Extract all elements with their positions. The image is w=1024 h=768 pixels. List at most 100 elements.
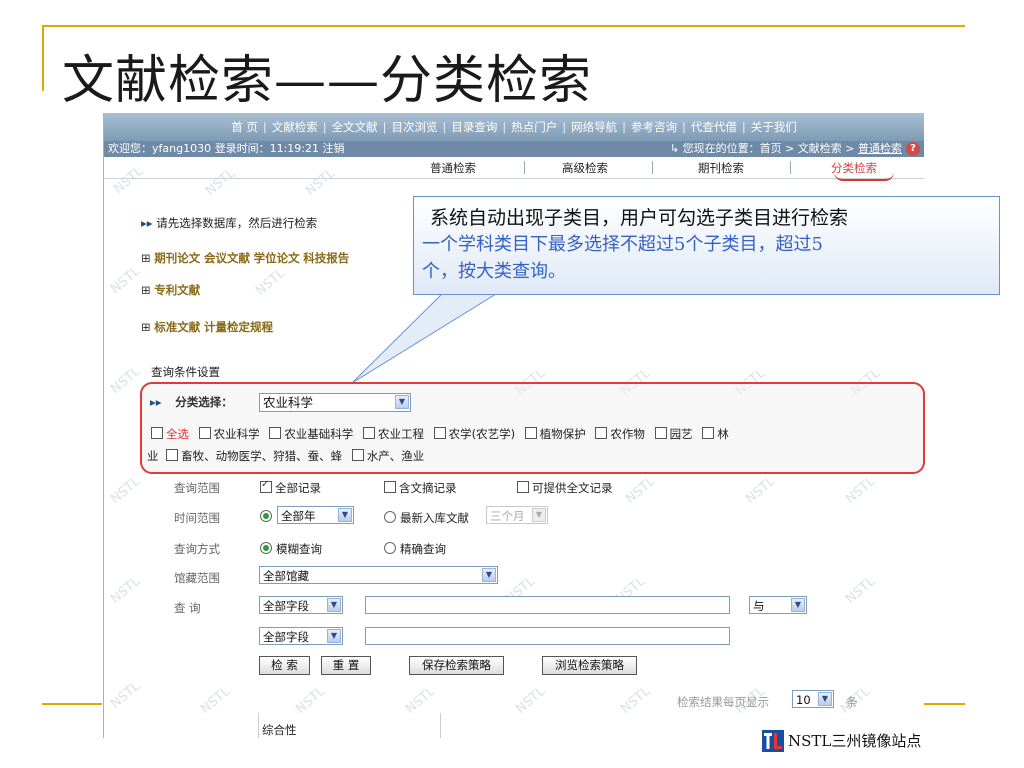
holdings-select[interactable]: 全部馆藏 ▼ [259, 566, 498, 584]
checkbox[interactable] [269, 427, 282, 439]
location-prefix: ↳ 您现在的位置：首页 > 文献检索 > [669, 142, 858, 155]
slide-top-rule [42, 25, 965, 27]
checkbox[interactable] [260, 479, 272, 493]
slide-bottom-rule-right [922, 703, 965, 705]
subcategory-option[interactable]: 农作物 [610, 427, 645, 441]
db-metrology[interactable]: 计量检定规程 [204, 320, 273, 334]
db-standard[interactable]: 标准文献 [154, 320, 200, 334]
subcategory-row-2: 业 畜牧、动物医学、狩猎、蚕、蜂 水产、渔业 [147, 448, 424, 464]
subcategory-option[interactable]: 畜牧、动物医学、狩猎、蚕、蜂 [181, 449, 342, 463]
db-journal[interactable]: 期刊论文 [154, 251, 200, 265]
time-all-select[interactable]: 全部年 ▼ [277, 506, 354, 524]
location-current[interactable]: 普通检索 [858, 142, 902, 155]
subcategory-option[interactable]: 植物保护 [540, 427, 586, 441]
checkbox[interactable] [384, 481, 396, 493]
watermark: NSTL [843, 474, 879, 507]
db-conference[interactable]: 会议文献 [204, 251, 250, 265]
tab-basic-search[interactable]: 普通检索 [430, 160, 476, 176]
search-button[interactable]: 检 索 [259, 656, 310, 675]
time-recent-select[interactable]: 三个月 ▼ [486, 506, 548, 524]
query-input-1[interactable] [365, 596, 730, 614]
nstl-logo-icon [762, 730, 784, 752]
subcategory-option[interactable]: 农业科学 [214, 427, 260, 441]
classification-select[interactable]: 农业科学 ▼ [259, 393, 411, 412]
tab-advanced-search[interactable]: 高级检索 [562, 160, 608, 176]
slide-bottom-rule-left [42, 703, 102, 705]
save-strategy-button[interactable]: 保存检索策略 [409, 656, 504, 675]
database-row-2: ⊞ 专利文献 [141, 282, 200, 298]
checkbox[interactable] [433, 427, 446, 439]
time-label: 时间范围 [174, 511, 220, 525]
expand-icon[interactable]: ⊞ [141, 283, 151, 297]
nav-item-fulltext[interactable]: 全文文献 [327, 119, 383, 135]
per-page-unit: 条 [846, 695, 858, 709]
search-tabs: 普通检索 高级检索 期刊检索 分类检索 [104, 157, 924, 181]
logic-select[interactable]: 与 ▼ [749, 596, 807, 614]
select-all-option[interactable]: 全选 [166, 427, 189, 441]
field-select-2[interactable]: 全部字段 ▼ [259, 627, 343, 645]
scope-fulltext-option[interactable]: 可提供全文记录 [517, 480, 613, 496]
top-nav: 首 页 | 文献检索 | 全文文献 | 目次浏览 | 目录查询 | 热点门户 | 网络导航 |… [104, 113, 924, 141]
subcategory-option[interactable]: 农业工程 [378, 427, 424, 441]
query-label: 查 询 [174, 601, 201, 615]
time-recent-option[interactable]: 最新入库文献 [384, 510, 469, 526]
subcategory-option[interactable]: 农学(农艺学) [449, 427, 515, 441]
field-select-1[interactable]: 全部字段 ▼ [259, 596, 343, 614]
holdings-label: 馆藏范围 [174, 571, 220, 585]
checkbox[interactable] [702, 427, 715, 439]
status-bar: 欢迎您：yfang1030 登录时间：11:19:21 注销 ↳ 您现在的位置：… [104, 141, 924, 157]
callout-line-2: 一个学科类目下最多选择不超过5个子类目，超过5 [422, 234, 823, 255]
nav-item-reference-consult[interactable]: 参考咨询 [626, 119, 682, 135]
nav-item-document-delivery[interactable]: 代查代借 [686, 119, 742, 135]
checkbox[interactable] [351, 449, 364, 461]
nav-item-toc-browse[interactable]: 目次浏览 [387, 119, 443, 135]
scope-all-option[interactable]: 全部记录 [260, 479, 321, 496]
time-all-radio[interactable] [260, 510, 276, 524]
checkbox[interactable] [198, 427, 211, 439]
query-input-2[interactable] [365, 627, 730, 645]
db-tech-report[interactable]: 科技报告 [303, 251, 349, 265]
subcategory-option[interactable]: 水产、渔业 [367, 449, 425, 463]
classification-label-row: ▸▸ 分类选择： [150, 394, 233, 410]
watermark: NSTL [253, 266, 289, 299]
help-icon[interactable]: ? [906, 142, 920, 156]
nav-item-literature-search[interactable]: 文献检索 [267, 119, 323, 135]
db-thesis[interactable]: 学位论文 [254, 251, 300, 265]
bottom-category-item[interactable]: 综合性 [262, 722, 297, 738]
nav-item-catalog-query[interactable]: 目录查询 [446, 119, 502, 135]
per-page-label: 检索结果每页显示 [677, 695, 769, 709]
checkbox[interactable] [151, 427, 163, 439]
method-exact-option[interactable]: 精确查询 [384, 541, 446, 557]
checkbox[interactable] [654, 427, 667, 439]
watermark: NSTL [108, 574, 144, 607]
method-fuzzy-option[interactable]: 模糊查询 [260, 541, 322, 557]
classification-label: 分类选择： [175, 395, 233, 409]
nav-item-home[interactable]: 首 页 [226, 119, 263, 135]
watermark: NSTL [513, 684, 549, 717]
callout-line-1: 系统自动出现子类目，用户可勾选子类目进行检索 [430, 207, 849, 229]
watermark: NSTL [743, 474, 779, 507]
logout-link[interactable]: 注销 [322, 142, 344, 155]
subcategory-option[interactable]: 农业基础科学 [284, 427, 353, 441]
nav-item-web-navigation[interactable]: 网络导航 [566, 119, 622, 135]
reset-button[interactable]: 重 置 [321, 656, 371, 675]
expand-icon[interactable]: ⊞ [141, 251, 151, 265]
per-page-select[interactable]: 10 ▼ [792, 690, 834, 708]
checkbox[interactable] [524, 427, 537, 439]
expand-icon[interactable]: ⊞ [141, 320, 151, 334]
scope-abstract-option[interactable]: 含文摘记录 [384, 480, 457, 496]
checkbox[interactable] [517, 481, 529, 493]
browse-strategy-button[interactable]: 浏览检索策略 [542, 656, 637, 675]
db-patent[interactable]: 专利文献 [154, 283, 200, 297]
subcategory-option[interactable]: 园艺 [670, 427, 693, 441]
subcategory-option[interactable]: 林 [717, 427, 729, 441]
bottom-divider-right [440, 713, 441, 738]
checkbox[interactable] [166, 449, 179, 461]
checkbox[interactable] [362, 427, 375, 439]
double-arrow-icon: ▸▸ [150, 395, 162, 409]
nav-item-hot-portal[interactable]: 热点门户 [506, 119, 562, 135]
nav-item-about-us[interactable]: 关于我们 [746, 119, 802, 135]
tab-journal-search[interactable]: 期刊检索 [698, 160, 744, 176]
callout-line-3: 个，按大类查询。 [422, 261, 566, 282]
checkbox[interactable] [595, 427, 608, 439]
